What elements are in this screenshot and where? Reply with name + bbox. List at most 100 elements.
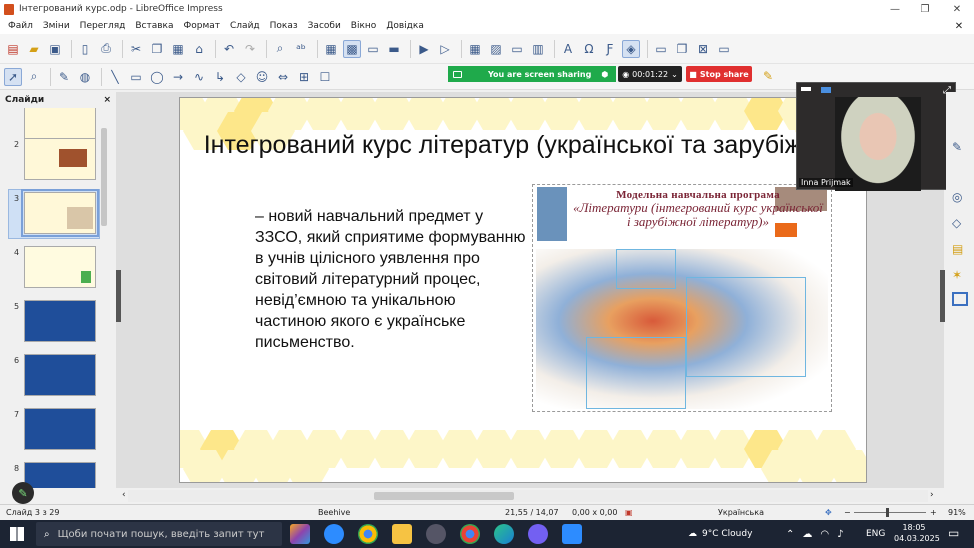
slides-scrollbar-thumb[interactable] bbox=[101, 128, 107, 226]
menu-window[interactable]: Вікно bbox=[346, 21, 382, 31]
copy-icon[interactable]: ❐ bbox=[148, 40, 166, 58]
close-document-icon[interactable]: ✕ bbox=[944, 18, 974, 34]
connector-icon[interactable]: ↳ bbox=[211, 68, 229, 86]
menu-tools[interactable]: Засоби bbox=[303, 21, 346, 31]
tray-icons[interactable]: ⌃ ☁ ◠ ♪ bbox=[786, 520, 844, 548]
pen-annotation-icon[interactable]: ✎ bbox=[12, 482, 34, 504]
save-icon[interactable]: ▣ bbox=[46, 40, 64, 58]
slide-image[interactable]: Модельна навчальна програма «Літератури … bbox=[532, 184, 832, 412]
slide-thumbnail-1[interactable] bbox=[24, 108, 96, 140]
delete-slide-icon[interactable]: ⊠ bbox=[694, 40, 712, 58]
volume-icon[interactable]: ♪ bbox=[837, 529, 843, 540]
arrow-icon[interactable]: → bbox=[169, 68, 187, 86]
zoom-pan-icon[interactable]: ⌕ bbox=[25, 68, 43, 86]
fit-slide-icon[interactable]: ✥ bbox=[825, 508, 832, 517]
paste-icon[interactable]: ▦ bbox=[169, 40, 187, 58]
edge-icon[interactable] bbox=[494, 524, 514, 544]
menu-file[interactable]: Файл bbox=[3, 21, 38, 31]
block-arrows-icon[interactable]: ⇔ bbox=[274, 68, 292, 86]
master-slide-icon[interactable]: ▬ bbox=[385, 40, 403, 58]
slide-layout-icon[interactable]: ▭ bbox=[652, 40, 670, 58]
slide-properties-icon[interactable]: ▭ bbox=[715, 40, 733, 58]
undo-icon[interactable]: ↶ bbox=[220, 40, 238, 58]
line-color-icon[interactable]: ✎ bbox=[55, 68, 73, 86]
open-icon[interactable]: ▰ bbox=[25, 40, 43, 58]
clone-formatting-icon[interactable]: ⌂ bbox=[190, 40, 208, 58]
copilot-icon[interactable] bbox=[290, 524, 310, 544]
notifications-icon[interactable]: ▭ bbox=[948, 526, 959, 540]
file-explorer-icon[interactable] bbox=[392, 524, 412, 544]
weather-widget[interactable]: ☁ 9°C Cloudy bbox=[688, 520, 752, 548]
zoom-out-icon[interactable]: − bbox=[844, 508, 851, 517]
zoom-meeting-icon[interactable] bbox=[562, 524, 582, 544]
close-icon[interactable]: ✕ bbox=[942, 0, 972, 18]
clock[interactable]: 18:05 04.03.2025 bbox=[894, 522, 940, 544]
menu-edit[interactable]: Зміни bbox=[38, 21, 75, 31]
find-replace-icon[interactable]: ⌕ bbox=[271, 40, 289, 58]
zoom-level[interactable]: 91% bbox=[948, 508, 966, 517]
table-icon[interactable]: ▦ bbox=[466, 40, 484, 58]
scroll-right-icon[interactable]: › bbox=[930, 490, 934, 500]
slide-thumbnail-5[interactable] bbox=[24, 300, 96, 342]
line-icon[interactable]: ╲ bbox=[106, 68, 124, 86]
windows-start-icon[interactable] bbox=[10, 527, 24, 541]
viber-icon[interactable] bbox=[528, 524, 548, 544]
callout-icon[interactable]: ☐ bbox=[316, 68, 334, 86]
text-language[interactable]: Українська bbox=[718, 508, 764, 517]
zoom-slider-handle[interactable] bbox=[886, 508, 889, 517]
curve-icon[interactable]: ∿ bbox=[190, 68, 208, 86]
horizontal-scrollbar-thumb[interactable] bbox=[374, 492, 514, 500]
shapes-gallery-icon[interactable]: ◇ bbox=[952, 216, 968, 232]
panel-toggle[interactable] bbox=[116, 270, 121, 322]
minimize-video-icon[interactable] bbox=[801, 87, 811, 91]
zoom-slider[interactable] bbox=[854, 512, 926, 513]
keyboard-language[interactable]: ENG bbox=[866, 520, 885, 548]
taskbar-search-input[interactable]: ⌕ Щоби почати пошук, введіть запит тут bbox=[36, 522, 282, 546]
shapes-icon[interactable]: ◈ bbox=[622, 39, 640, 58]
start-presentation-icon[interactable]: ▶ bbox=[415, 40, 433, 58]
cut-icon[interactable]: ✂ bbox=[127, 40, 145, 58]
basic-shapes-icon[interactable]: ◇ bbox=[232, 68, 250, 86]
sidebar-toggle[interactable] bbox=[940, 270, 945, 322]
flowchart-icon[interactable]: ⊞ bbox=[295, 68, 313, 86]
scroll-left-icon[interactable]: ‹ bbox=[122, 490, 126, 500]
navigator-icon[interactable]: ◎ bbox=[952, 190, 968, 206]
slide-transition-icon[interactable]: ▤ bbox=[952, 242, 968, 258]
chart-icon[interactable]: ▥ bbox=[529, 40, 547, 58]
slide-thumbnail-2[interactable] bbox=[24, 138, 96, 180]
rectangle-icon[interactable]: ▭ bbox=[127, 68, 145, 86]
symbol-shapes-icon[interactable]: ☺ bbox=[253, 68, 271, 86]
zoom-in-icon[interactable]: + bbox=[930, 508, 937, 517]
horizontal-scrollbar[interactable] bbox=[128, 490, 928, 502]
image-icon[interactable]: ▨ bbox=[487, 40, 505, 58]
slide-thumbnail-3[interactable] bbox=[21, 189, 99, 237]
menu-format[interactable]: Формат bbox=[179, 21, 226, 31]
menu-slide[interactable]: Слайд bbox=[225, 21, 265, 31]
participant-video[interactable]: ⤢ Inna Prijmak bbox=[796, 82, 956, 191]
slide-canvas[interactable]: Інтегрований курс літератур (української… bbox=[179, 97, 867, 483]
slide-thumbnail-6[interactable] bbox=[24, 354, 96, 396]
textbox-icon[interactable]: A bbox=[559, 40, 577, 58]
onedrive-icon[interactable]: ☁ bbox=[802, 529, 812, 540]
display-views-icon[interactable]: ▭ bbox=[364, 40, 382, 58]
spelling-icon[interactable]: ᵃᵇ bbox=[292, 40, 310, 58]
menu-show[interactable]: Показ bbox=[265, 21, 303, 31]
share-timer[interactable]: ◉ 00:01:22 ⌄ bbox=[618, 66, 682, 82]
start-current-icon[interactable]: ▷ bbox=[436, 40, 454, 58]
duplicate-slide-icon[interactable]: ❐ bbox=[673, 40, 691, 58]
master-slides-icon[interactable] bbox=[952, 292, 968, 306]
new-icon[interactable]: ▤ bbox=[4, 40, 22, 58]
settings-icon[interactable] bbox=[426, 524, 446, 544]
zoom-app-icon[interactable] bbox=[324, 524, 344, 544]
grid-icon[interactable]: ▦ bbox=[322, 40, 340, 58]
slide-body-text[interactable]: – новий навчальний предмет у ЗЗСО, який … bbox=[255, 206, 530, 353]
print-icon[interactable]: ⎙ bbox=[97, 40, 115, 58]
highlighter-icon[interactable]: ✎ bbox=[760, 68, 776, 84]
special-char-icon[interactable]: Ω bbox=[580, 40, 598, 58]
redo-icon[interactable]: ↷ bbox=[241, 40, 259, 58]
video-view-icon[interactable] bbox=[821, 87, 831, 93]
close-panel-icon[interactable]: × bbox=[103, 95, 111, 105]
helplines-icon[interactable]: ▩ bbox=[343, 39, 361, 58]
animation-icon[interactable]: ✶ bbox=[952, 268, 968, 284]
fontwork-icon[interactable]: Ƒ bbox=[601, 40, 619, 58]
